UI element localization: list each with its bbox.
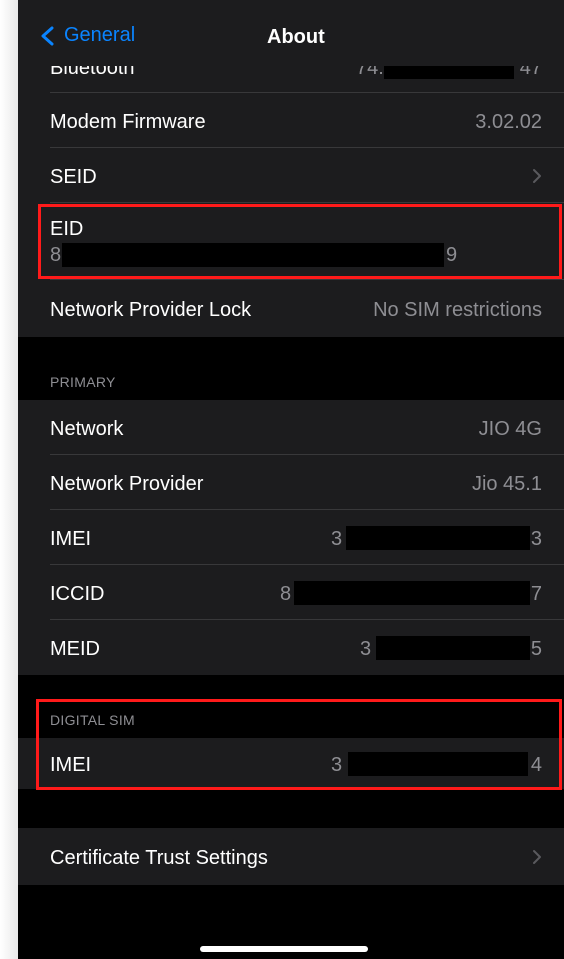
seid-label: SEID [50, 166, 97, 188]
meid-redaction [376, 636, 530, 660]
meid-value-end: 5 [530, 638, 542, 660]
digital-sim-imei-value-end: 4 [530, 754, 542, 776]
modem-firmware-value: 3.02.02 [475, 111, 542, 133]
digital-sim-section-header: DIGITAL SIM [50, 712, 135, 728]
digital-sim-imei-label: IMEI [50, 754, 92, 776]
navigation-bar: General About [18, 0, 564, 66]
eid-value-start: 8 [50, 244, 62, 266]
back-button[interactable]: General [38, 24, 135, 47]
chevron-left-icon [41, 26, 54, 45]
digital-sim-imei-redaction [348, 752, 528, 776]
primary-imei-row: IMEI 3 3 [18, 510, 564, 565]
network-provider-value: Jio 45.1 [471, 473, 542, 495]
iccid-row: ICCID 8 7 [18, 565, 564, 620]
modem-firmware-row: Modem Firmware 3.02.02 [18, 93, 564, 148]
chevron-right-icon [533, 169, 541, 183]
eid-redaction [62, 243, 444, 267]
network-provider-label: Network Provider [50, 473, 204, 495]
home-indicator[interactable] [200, 946, 368, 952]
modem-firmware-label: Modem Firmware [50, 111, 206, 133]
digital-sim-imei-row: IMEI 3 4 [18, 738, 564, 789]
chevron-right-icon [533, 850, 541, 864]
settings-about-screen: Bluetooth 74: 47 General About Modem Fir… [18, 0, 564, 959]
back-button-label: General [64, 24, 136, 46]
digital-sim-imei-value-start: 3 [331, 754, 343, 776]
meid-label: MEID [50, 638, 100, 660]
seid-row[interactable]: SEID [18, 148, 564, 203]
primary-section-header: PRIMARY [50, 374, 116, 390]
iccid-redaction [294, 581, 530, 605]
iccid-value-end: 7 [530, 583, 542, 605]
primary-imei-redaction [346, 526, 530, 550]
network-provider-lock-row: Network Provider Lock No SIM restriction… [18, 280, 564, 337]
eid-row: EID 8 9 [18, 203, 564, 280]
meid-value-start: 3 [360, 638, 372, 660]
primary-imei-label: IMEI [50, 528, 92, 550]
eid-value-end: 9 [446, 244, 458, 266]
network-provider-lock-value: No SIM restrictions [373, 299, 542, 321]
eid-label: EID [50, 218, 84, 240]
iccid-value-start: 8 [280, 583, 292, 605]
network-provider-row: Network Provider Jio 45.1 [18, 455, 564, 510]
meid-row: MEID 3 5 [18, 620, 564, 675]
page-title: About [267, 26, 325, 48]
primary-imei-value-end: 3 [530, 528, 542, 550]
network-provider-lock-label: Network Provider Lock [50, 299, 252, 321]
network-label: Network [50, 418, 124, 440]
network-value: JIO 4G [478, 418, 542, 440]
certificate-trust-settings-label: Certificate Trust Settings [50, 847, 268, 869]
page-edge [0, 0, 18, 959]
iccid-label: ICCID [50, 583, 105, 605]
primary-imei-value-start: 3 [331, 528, 343, 550]
certificate-trust-settings-row[interactable]: Certificate Trust Settings [18, 828, 564, 885]
network-row: Network JIO 4G [18, 400, 564, 455]
